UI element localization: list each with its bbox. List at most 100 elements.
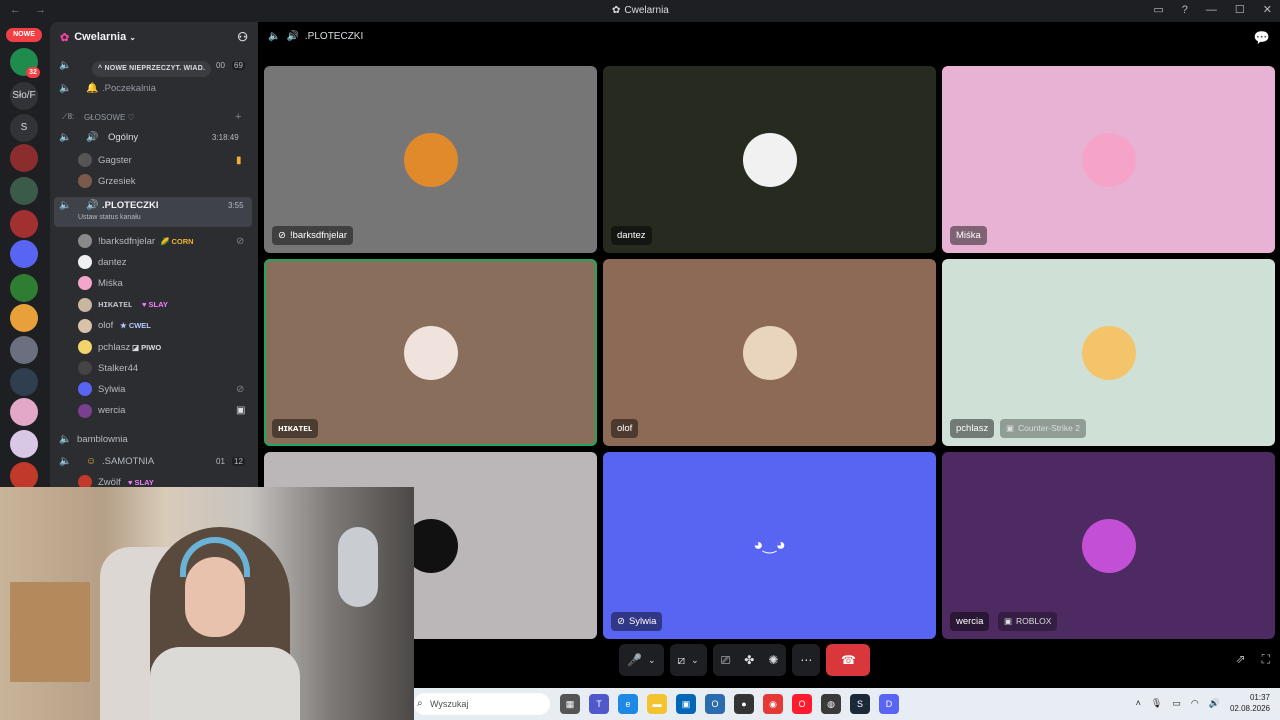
participant-tile[interactable]: wercia ▣ ROBLOX <box>942 452 1275 639</box>
server-icon[interactable] <box>10 462 38 488</box>
maximize-button[interactable]: ☐ <box>1235 3 1245 16</box>
voice-user-grzesiek[interactable]: Grzesiek <box>50 173 258 189</box>
voice-user[interactable]: Stalker44 <box>50 360 258 376</box>
server-icon[interactable] <box>10 144 38 172</box>
network-icon[interactable]: ▭ <box>1172 698 1181 709</box>
user-name: Zwölf <box>98 476 121 488</box>
activity-name: Counter-Strike 2 <box>1018 423 1080 433</box>
github-icon[interactable]: ● <box>734 694 754 714</box>
popout-icon[interactable]: ⇗ <box>1236 652 1246 667</box>
steam-icon[interactable]: S <box>850 694 870 714</box>
voice-user-zwolf[interactable]: Zwölf ♥ SLAY <box>50 474 258 488</box>
server-icon[interactable] <box>10 304 38 332</box>
user-tag: ★ CWEL <box>120 321 151 330</box>
channel-ogolny[interactable]: 🔈 🔊 Ogólny 3:18:49 <box>50 128 258 146</box>
tag-icon: ★ <box>120 321 129 331</box>
activity-icon: ▣ <box>236 405 246 417</box>
participant-nameplate: ʜɪᴋᴀᴛᴇʟ <box>272 419 319 438</box>
voice-user[interactable]: Sylwia ⊘ <box>50 381 258 397</box>
store-icon[interactable]: ▣ <box>676 694 696 714</box>
fullscreen-icon[interactable]: ⛶ <box>1262 652 1270 667</box>
server-icon[interactable]: Sło/F <box>10 82 38 110</box>
voice-user[interactable]: ʜɪᴋᴀᴛᴇʟ ♥ SLAY <box>50 297 258 313</box>
obs-icon[interactable]: ◍ <box>821 694 841 714</box>
participant-tile[interactable]: ◕‿◕ ⊘ Sylwia <box>603 452 936 639</box>
channel-poczekalnia[interactable]: 🔈 🔔 .Poczekalnia <box>50 79 258 97</box>
add-channel-icon[interactable]: + <box>235 111 241 123</box>
voice-user-gagster[interactable]: Gagster ▮ <box>50 152 258 168</box>
call-channel-name: .PLOTECZKI <box>304 31 364 42</box>
participant-nameplate: ⊘ Sylwia <box>611 612 663 631</box>
guild-header[interactable]: ✿ Cwelarnia ⌄ ⚇ <box>50 22 258 52</box>
window-buttons: ▭ ? — ☐ ✕ <box>1153 3 1272 17</box>
channel-bamblownia[interactable]: 🔈 bamblownia <box>50 430 258 448</box>
taskbar-search[interactable]: ⌕ Wyszukaj <box>414 693 550 715</box>
more-options-button[interactable]: ⋯ <box>792 644 821 676</box>
channel-status[interactable]: Ustaw status kanału <box>78 214 141 221</box>
voice-user[interactable]: wercia ▣ <box>50 403 258 419</box>
file-explorer-icon[interactable]: ▬ <box>647 694 667 714</box>
hang-up-button[interactable]: ☎ <box>826 644 871 676</box>
close-button[interactable]: ✕ <box>1263 3 1272 16</box>
participant-tile[interactable]: dantez <box>603 66 936 253</box>
participant-tile[interactable]: Miśka <box>942 66 1275 253</box>
wifi-icon[interactable]: ◠ <box>1191 698 1199 709</box>
voice-user[interactable]: pchlasz ◪ PIWO <box>50 339 258 355</box>
discord-taskbar-icon[interactable]: D <box>879 694 899 714</box>
chat-bubble-icon[interactable]: 💬 <box>1254 30 1270 46</box>
participant-tile[interactable]: ʜɪᴋᴀᴛᴇʟ <box>264 259 597 446</box>
system-tray: ˄ 🎙 ▭ ◠ 🔊 01:37 02.08.2026 <box>1136 692 1270 714</box>
server-icon[interactable] <box>10 430 38 458</box>
task-view-icon[interactable]: ▦ <box>560 694 580 714</box>
game-icon: ▣ <box>1006 423 1015 433</box>
server-icon[interactable] <box>10 210 38 238</box>
screen-share-icon[interactable]: ⎚ <box>721 653 731 668</box>
participant-tile[interactable]: ⊘ !barksdfnjelar <box>264 66 597 253</box>
back-arrow-icon[interactable]: ← <box>10 4 21 16</box>
voice-user[interactable]: olof ★ CWEL <box>50 318 258 334</box>
server-icon[interactable] <box>10 368 38 396</box>
server-icon[interactable] <box>10 240 38 268</box>
participant-tile[interactable]: olof <box>603 259 936 446</box>
clock[interactable]: 01:37 02.08.2026 <box>1230 692 1270 714</box>
teams-icon[interactable]: T <box>589 694 609 714</box>
windows-taskbar: ⌕ Wyszukaj ▦ T e ▬ ▣ O ● ◉ O ◍ S D ˄ 🎙 ▭… <box>414 688 1280 720</box>
chevron-up-icon[interactable]: ˄ <box>1136 698 1141 708</box>
tag-icon: 🌽 <box>160 236 172 246</box>
forward-arrow-icon[interactable]: → <box>35 4 46 16</box>
server-icon[interactable] <box>10 177 38 205</box>
new-unread-messages-pill[interactable]: ^ NOWE NIEPRZECZYT. WIAD. <box>92 61 212 77</box>
participant-tile[interactable]: pchlasz ▣ Counter-Strike 2 <box>942 259 1275 446</box>
voice-user[interactable]: dantez <box>50 254 258 270</box>
voice-user[interactable]: Miśka <box>50 275 258 291</box>
voice-user[interactable]: !barksdfnjelar 🌽 CORN ⊘ <box>50 233 258 249</box>
window-title-text: Cwelarnia <box>624 5 669 16</box>
category-glosowe[interactable]: ⟋8: GŁOSOWE ♡ + <box>50 110 258 124</box>
channel-samotnia[interactable]: 🔈 ☺ .SAMOTNIA 01 12 <box>50 452 258 470</box>
server-icon[interactable]: S <box>10 114 38 142</box>
speaker-icon: 🔊 <box>86 131 99 143</box>
edge-icon[interactable]: e <box>618 694 638 714</box>
server-icon[interactable]: 32 <box>10 48 40 78</box>
server-icon[interactable] <box>10 336 38 364</box>
new-unread-badge[interactable]: NOWE <box>6 28 42 42</box>
invite-people-icon[interactable]: ⚇ <box>237 30 248 44</box>
app-icon[interactable]: ◉ <box>763 694 783 714</box>
inbox-icon[interactable]: ▭ <box>1153 3 1163 16</box>
server-icon[interactable] <box>10 274 38 302</box>
microphone-icon: 🎤 <box>627 653 642 667</box>
microphone-button[interactable]: 🎤 ⌄ <box>619 644 664 676</box>
outlook-icon[interactable]: O <box>705 694 725 714</box>
participant-name: Sylwia <box>628 616 657 627</box>
volume-icon[interactable]: 🔊 <box>1209 698 1220 709</box>
activities-icon[interactable]: ✤ <box>744 653 754 667</box>
minimize-button[interactable]: — <box>1206 4 1217 16</box>
microphone-icon[interactable]: 🎙 <box>1151 698 1162 709</box>
channel-ploteczki[interactable]: 🔈 🔊 .PLOTECZKI 3:55 Ustaw status kanału <box>54 197 252 227</box>
avatar <box>78 153 92 167</box>
soundboard-icon[interactable]: ✺ <box>768 653 778 667</box>
opera-icon[interactable]: O <box>792 694 812 714</box>
help-icon[interactable]: ? <box>1182 4 1188 16</box>
server-icon[interactable] <box>10 398 38 426</box>
camera-button[interactable]: ⧄ ⌄ <box>669 644 707 676</box>
